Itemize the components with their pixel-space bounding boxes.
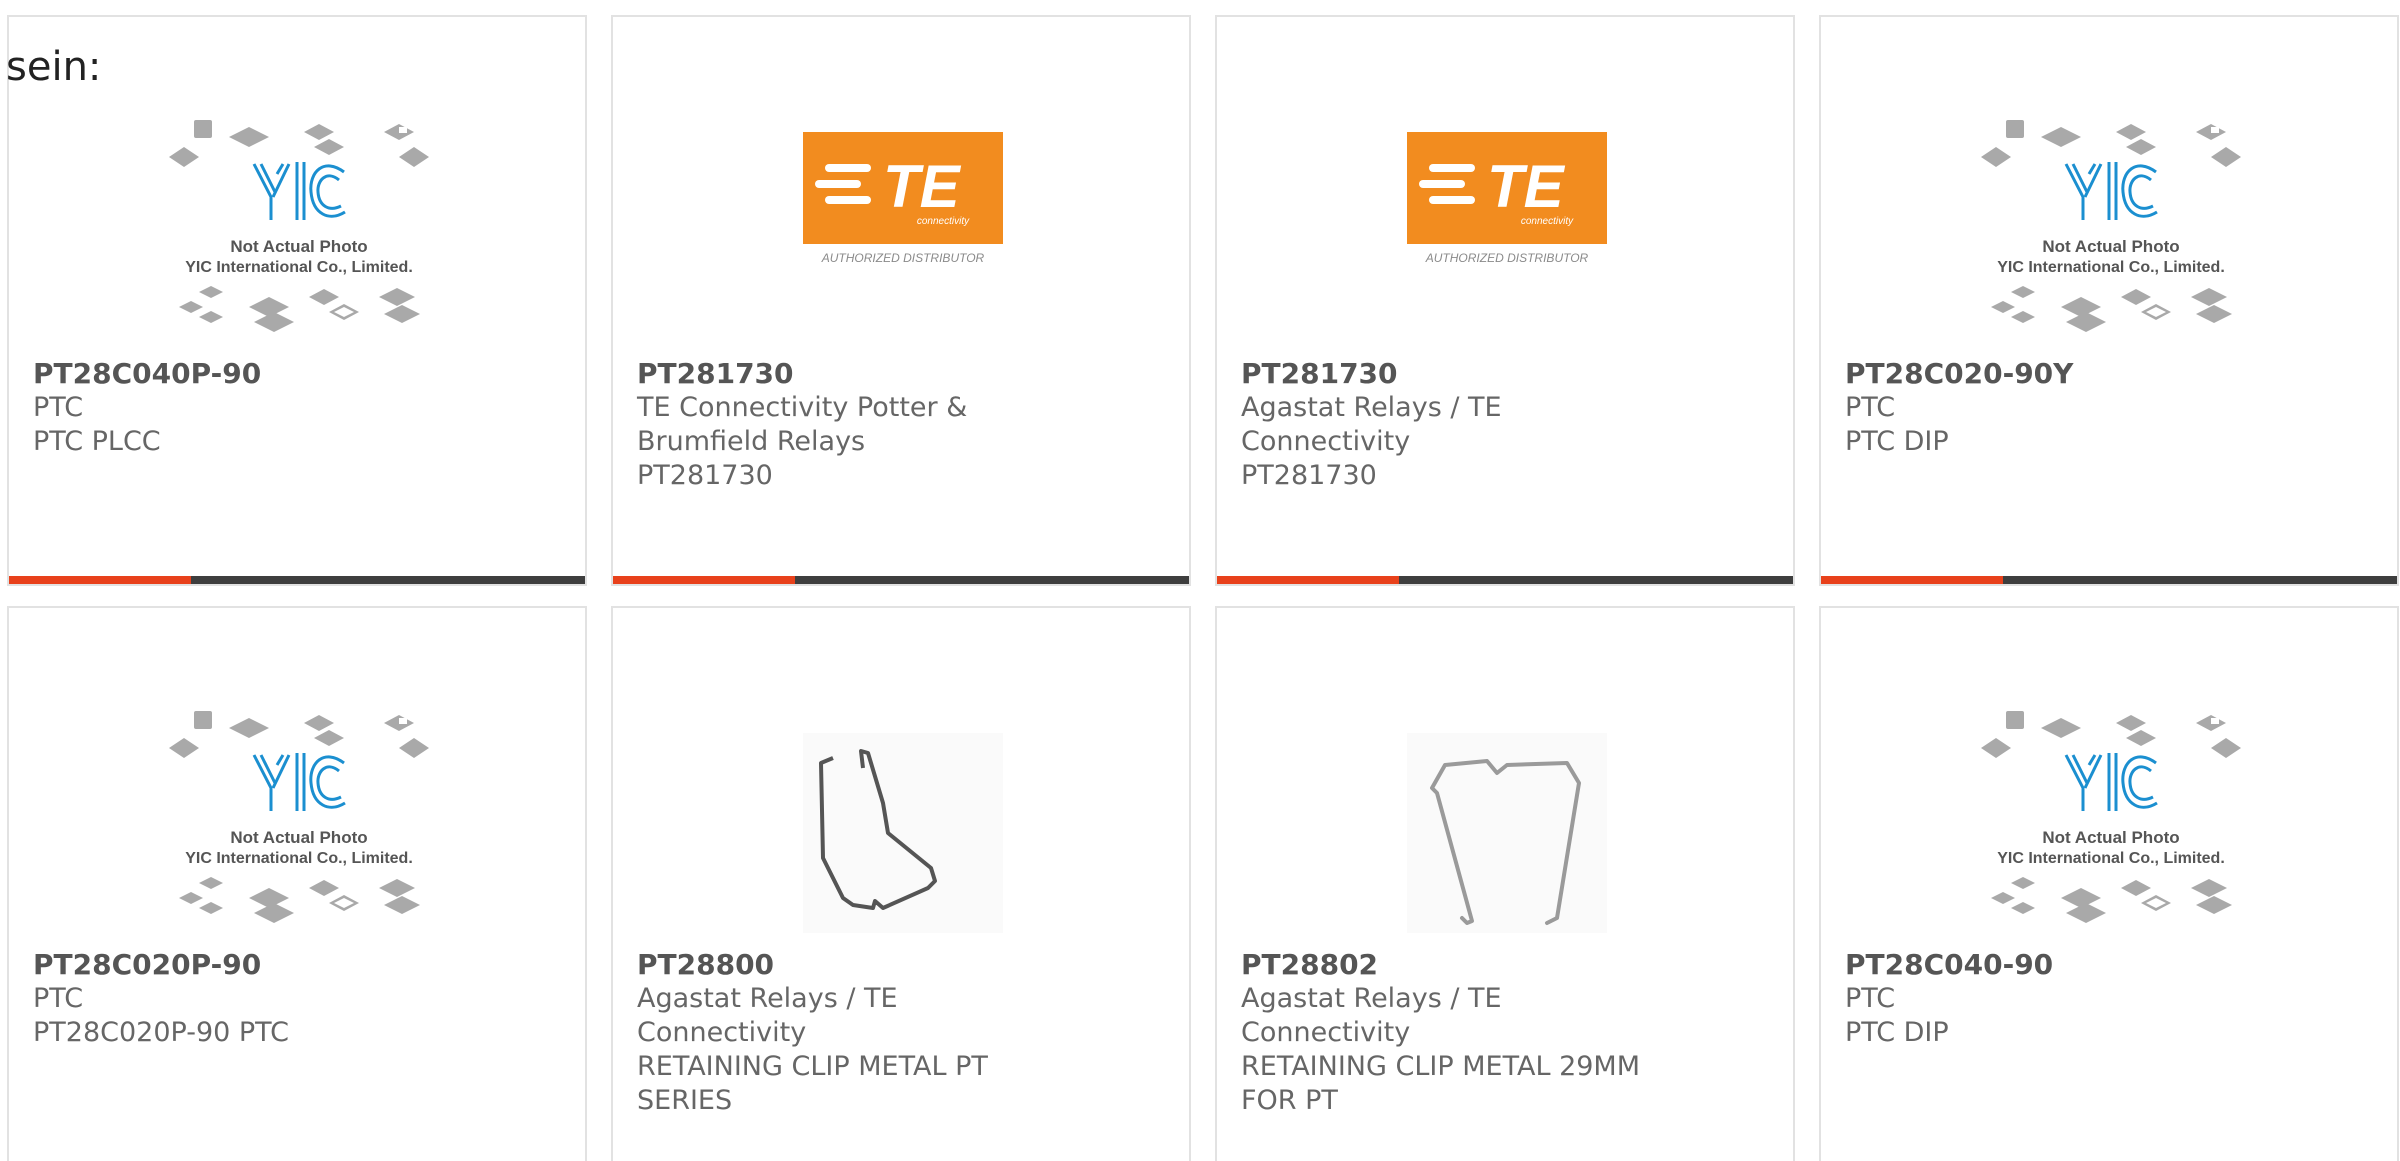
yic-placeholder-icon: Not Actual Photo YIC International Co., … [169,711,429,923]
svg-text:AUTHORIZED DISTRIBUTOR: AUTHORIZED DISTRIBUTOR [821,251,985,265]
description: PTC DIP [1845,426,1949,457]
part-number[interactable]: PT281730 [637,357,1057,391]
product-image[interactable]: TE connectivity AUTHORIZED DISTRIBUTOR [1367,102,1647,382]
product-image[interactable]: Not Actual Photo YIC International Co., … [1971,102,2251,382]
svg-text:TE: TE [883,153,962,220]
svg-text:YIC International Co., Limited: YIC International Co., Limited. [185,850,413,867]
yic-placeholder-icon: Not Actual Photo YIC International Co., … [169,120,429,332]
te-connectivity-logo: TE connectivity AUTHORIZED DISTRIBUTOR [1407,132,1607,265]
manufacturer: PTC [33,983,84,1014]
product-image[interactable]: TE connectivity AUTHORIZED DISTRIBUTOR [763,102,1043,382]
card-footer-bar [1821,576,2397,584]
product-image[interactable]: Not Actual Photo YIC International Co., … [1971,693,2251,973]
product-image[interactable]: Not Actual Photo YIC International Co., … [159,102,439,382]
yic-placeholder-icon: Not Actual Photo YIC International Co., … [1981,120,2241,332]
product-card[interactable]: PT28800 Agastat Relays / TE Connectivity… [611,606,1191,1161]
svg-text:Not Actual Photo: Not Actual Photo [2042,237,2179,256]
svg-text:connectivity: connectivity [1521,216,1574,227]
description: PTC DIP [1845,1017,1949,1048]
manufacturer: PTC [1845,983,1896,1014]
manufacturer: Agastat Relays / TE Connectivity [1241,983,1502,1048]
part-number[interactable]: PT281730 [1241,357,1661,391]
svg-text:YIC International Co., Limited: YIC International Co., Limited. [1997,259,2225,276]
svg-text:AUTHORIZED DISTRIBUTOR: AUTHORIZED DISTRIBUTOR [1425,251,1589,265]
product-card[interactable]: TE connectivity AUTHORIZED DISTRIBUTOR P… [1215,15,1795,586]
product-grid: Not Actual Photo YIC International Co., … [7,15,2399,1161]
svg-text:Not Actual Photo: Not Actual Photo [230,828,367,847]
description: PT281730 [1241,460,1377,491]
part-number[interactable]: PT28800 [637,948,1057,982]
product-image[interactable]: Not Actual Photo YIC International Co., … [159,693,439,973]
product-card[interactable]: Not Actual Photo YIC International Co., … [7,15,587,586]
description: PT281730 [637,460,773,491]
card-footer-accent [1217,576,1399,584]
description: RETAINING CLIP METAL PT SERIES [637,1051,988,1116]
svg-text:YIC International Co., Limited: YIC International Co., Limited. [185,259,413,276]
yic-placeholder-icon: Not Actual Photo YIC International Co., … [1981,711,2241,923]
part-number[interactable]: PT28C020P-90 [33,948,453,982]
product-card[interactable]: Not Actual Photo YIC International Co., … [1819,15,2399,586]
manufacturer: PTC [33,392,84,423]
manufacturer: Agastat Relays / TE Connectivity [1241,392,1502,457]
svg-text:YIC International Co., Limited: YIC International Co., Limited. [1997,850,2225,867]
part-number[interactable]: PT28C020-90Y [1845,357,2265,391]
description: RETAINING CLIP METAL 29MM FOR PT [1241,1051,1641,1116]
product-image[interactable] [763,693,1043,973]
product-card[interactable]: Not Actual Photo YIC International Co., … [1819,606,2399,1161]
page-text-fragment: sein: [6,44,102,90]
card-footer-accent [1821,576,2003,584]
te-connectivity-logo: TE connectivity AUTHORIZED DISTRIBUTOR [803,132,1003,265]
svg-text:Not Actual Photo: Not Actual Photo [2042,828,2179,847]
manufacturer: TE Connectivity Potter & Brumfield Relays [637,392,968,457]
product-card[interactable]: PT28802 Agastat Relays / TE Connectivity… [1215,606,1795,1161]
product-image[interactable] [1367,693,1647,973]
description: PTC PLCC [33,426,161,457]
description: PT28C020P-90 PTC [33,1017,289,1048]
card-footer-bar [9,576,585,584]
card-footer-bar [1217,576,1793,584]
svg-text:TE: TE [1487,153,1566,220]
retaining-clip-photo [803,733,1003,933]
product-card[interactable]: TE connectivity AUTHORIZED DISTRIBUTOR P… [611,15,1191,586]
part-number[interactable]: PT28C040-90 [1845,948,2265,982]
card-footer-accent [613,576,795,584]
manufacturer: Agastat Relays / TE Connectivity [637,983,898,1048]
card-footer-accent [9,576,191,584]
svg-text:connectivity: connectivity [917,216,970,227]
part-number[interactable]: PT28C040P-90 [33,357,453,391]
card-footer-bar [613,576,1189,584]
part-number[interactable]: PT28802 [1241,948,1661,982]
retaining-clip-29mm-photo [1407,733,1607,933]
svg-text:Not Actual Photo: Not Actual Photo [230,237,367,256]
manufacturer: PTC [1845,392,1896,423]
product-card[interactable]: Not Actual Photo YIC International Co., … [7,606,587,1161]
